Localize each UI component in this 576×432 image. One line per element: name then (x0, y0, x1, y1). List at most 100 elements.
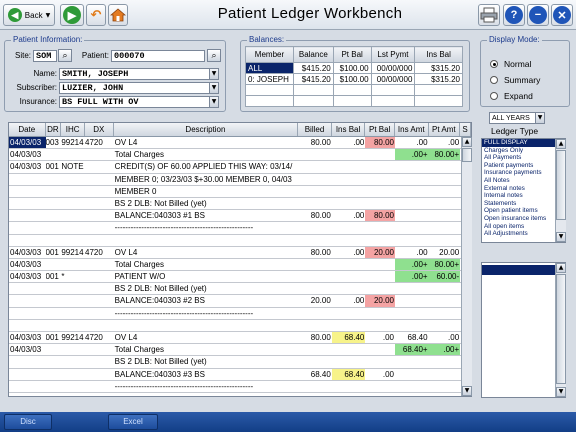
patient-lookup-button[interactable]: ⌕ (207, 49, 221, 62)
col-ihc[interactable]: IHC (61, 123, 86, 136)
subscriber-field[interactable]: LUZIER, JOHN ▼ (59, 82, 219, 94)
ledger-type-scrollbar[interactable]: ▲ ▼ (555, 139, 566, 242)
forward-button[interactable]: ▶ (60, 4, 84, 26)
ledger-row[interactable]: 04/03/03 003 99214 4720 OV L4 80.00.00 80.00.0… (9, 137, 471, 150)
scroll-thumb[interactable] (462, 148, 472, 162)
radio-normal[interactable]: Normal (490, 59, 531, 69)
chevron-down-icon[interactable]: ▼ (209, 69, 218, 79)
ledger-row[interactable]: 04/03/03 001 99214 4720 OV L4 80.00.00 20.00.0… (9, 246, 471, 259)
scroll-up-icon[interactable]: ▲ (556, 139, 566, 149)
ledger-type-item[interactable]: Internal notes (482, 192, 565, 200)
ledger-row[interactable] (9, 235, 471, 247)
scroll-down-icon[interactable]: ▼ (462, 386, 472, 396)
scroll-thumb[interactable] (556, 150, 566, 220)
ledger-type-item[interactable]: Open insurance items (482, 215, 565, 223)
cell-ins-bal (332, 393, 366, 396)
col-date[interactable]: Date (9, 123, 46, 136)
ledger-row[interactable]: 04/03/03 001 99214 4720 OV L4 80.00 68.40.00 68… (9, 332, 471, 345)
ledger-row[interactable]: MEMBER 0 (9, 186, 471, 198)
col-ins-amt[interactable]: Ins Amt (395, 123, 429, 136)
print-button[interactable] (478, 4, 500, 26)
ledger-row[interactable]: BS 2 DLB: Not Billed (yet) (9, 356, 471, 369)
ledger-scrollbar[interactable]: ▲ ▼ (461, 137, 472, 396)
radio-summary[interactable]: Summary (490, 75, 540, 85)
ledger-row[interactable]: MEMBER 0; 03/23/03 $+30.00 MEMBER 0, 04/… (9, 174, 471, 186)
col-pt-amt[interactable]: Pt Amt (429, 123, 461, 136)
ledger-type-item[interactable]: Insurance payments (482, 169, 565, 177)
member-list-scrollbar[interactable]: ▲ ▼ (555, 263, 566, 397)
ledger-row[interactable] (9, 320, 471, 332)
scroll-down-icon[interactable]: ▼ (556, 232, 566, 242)
scroll-up-icon[interactable]: ▲ (462, 137, 472, 147)
ledger-row[interactable]: BALANCE:040303 #2 BS 20.00.00 20.00 (9, 295, 471, 308)
cell-date: 04/03/03 (10, 247, 42, 257)
col-pt-bal[interactable]: Pt Bal (365, 123, 395, 136)
cell-pt-bal (365, 198, 395, 209)
back-button[interactable]: ◀ Back ▼ (3, 4, 55, 26)
ledger-row[interactable]: 04/03/03 001 NOTE CREDIT(S) OF 60.00 APPLIE… (9, 161, 471, 174)
period-select[interactable]: ALL YEARS ▼ (489, 112, 545, 124)
cell-ins-amt (395, 222, 429, 233)
chevron-down-icon[interactable]: ▼ (535, 113, 544, 123)
cell-pt-bal (365, 320, 395, 331)
minimize-button[interactable]: − (527, 4, 549, 26)
ledger-type-item[interactable]: All Notes (482, 177, 565, 185)
help-button[interactable]: ? (503, 4, 525, 26)
chevron-down-icon[interactable]: ▼ (209, 83, 218, 93)
scroll-thumb[interactable] (556, 274, 566, 384)
ledger-row[interactable]: ----------------------------------------… (9, 381, 471, 393)
scroll-up-icon[interactable]: ▲ (556, 263, 566, 273)
ledger-type-item[interactable]: All open items (482, 223, 565, 231)
ledger-row[interactable]: BALANCE:040303 #3 BS 68.40 68.40 .00 (9, 368, 471, 381)
member-list-selected-row[interactable] (482, 265, 565, 275)
ledger-type-list[interactable]: FULL DISPLAY Charges Only All Payments P… (481, 138, 566, 243)
insurance-field[interactable]: BS FULL WITH OV ▼ (59, 96, 219, 108)
member-list[interactable] (481, 262, 566, 398)
cell-pt-amt: 60.00- (428, 271, 461, 283)
patient-field[interactable]: 000070 (111, 50, 205, 62)
ledger-row[interactable]: 04/03/03 001 * PATIENT W/O .00+ 60.00- (9, 271, 471, 284)
balances-row[interactable] (245, 95, 463, 107)
col-ins-bal[interactable]: Ins Bal (332, 123, 366, 136)
ledger-row[interactable]: BS 2 DLB: Not Billed (yet) (9, 283, 471, 296)
ledger-row[interactable]: ----------------------------------------… (9, 222, 471, 235)
ledger-row[interactable]: 04/03/03 Total Charges 68.40+ .00+ (9, 344, 471, 357)
name-field[interactable]: SMITH, JOSEPH ▼ (59, 68, 219, 80)
taskbar-item-disc[interactable]: Disc (4, 414, 52, 430)
ledger-type-item[interactable]: External notes (482, 185, 565, 193)
cell-pt-bal (365, 308, 395, 319)
site-field[interactable]: SOM (33, 50, 57, 62)
cell-ihc (61, 149, 85, 160)
col-description[interactable]: Description (114, 123, 299, 136)
col-dx[interactable]: DX (85, 123, 114, 136)
cell-ins-bal: 68.40 (331, 332, 366, 344)
ledger-row[interactable]: BALANCE:040303 #1 BS 80.00.00 80.00 (9, 210, 471, 223)
ledger-type-label: Ledger Type (491, 126, 539, 136)
ledger-row[interactable]: BS 2 DLB: Not Billed (yet) (9, 198, 471, 211)
ledger-type-item[interactable]: Open patient items (482, 207, 565, 215)
balances-row[interactable] (245, 84, 463, 96)
undo-button[interactable]: ↶ (86, 4, 106, 26)
ledger-type-item[interactable]: All Payments (482, 154, 565, 162)
ledger-type-item[interactable]: Patient payments (482, 162, 565, 170)
col-billed[interactable]: Billed (298, 123, 332, 136)
balances-row[interactable]: 0: JOSEPH $415.20 $100.00 00/00/000 $315… (245, 73, 463, 85)
col-s[interactable]: S (460, 123, 471, 136)
ledger-row[interactable]: 04/03/03 Total Charges .00+ 80.00+ (9, 258, 471, 272)
chevron-down-icon[interactable]: ▼ (209, 97, 218, 107)
close-button[interactable]: ✕ (551, 4, 573, 26)
col-dr[interactable]: DR (46, 123, 62, 136)
home-button[interactable] (108, 4, 128, 26)
taskbar-item-excel[interactable]: Excel (108, 414, 158, 430)
scroll-down-icon[interactable]: ▼ (556, 387, 566, 397)
ledger-type-item[interactable]: Charges Only (482, 147, 565, 155)
ledger-row[interactable]: ----------------------------------------… (9, 308, 471, 320)
ledger-row[interactable]: 04/03/03 Total Charges .00+ 80.00+ (9, 149, 471, 162)
site-lookup-button[interactable]: ⌕ (58, 49, 72, 62)
ledger-type-item[interactable]: Statements (482, 200, 565, 208)
ledger-row[interactable] (9, 393, 471, 396)
ledger-type-item[interactable]: All Adjustments (482, 230, 565, 238)
radio-expand[interactable]: Expand (490, 91, 533, 101)
balances-row[interactable]: ALL $415.20 $100.00 00/00/000 $315.20 (245, 62, 463, 74)
ledger-type-item[interactable]: FULL DISPLAY (482, 139, 565, 147)
